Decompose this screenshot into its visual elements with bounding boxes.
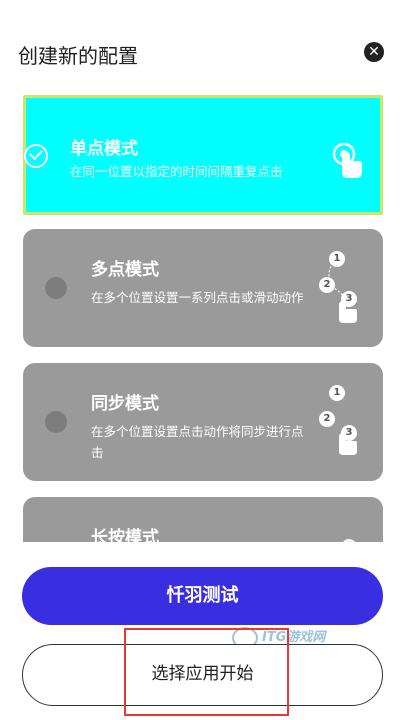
mode-list[interactable]: 单点模式 在同一位置以指定的时间间隔重复点击 多点模式 在多个位置设置一系列点击…: [0, 92, 405, 542]
step-number: 3: [341, 425, 357, 441]
step-number: 2: [319, 277, 335, 293]
mode-card-sync[interactable]: 同步模式 在多个位置设置点击动作将同步进行点击 1 2 3: [23, 363, 383, 481]
mode-card-single[interactable]: 单点模式 在同一位置以指定的时间间隔重复点击: [23, 95, 383, 215]
mode-card-multi[interactable]: 多点模式 在多个位置设置一系列点击或滑动动作 1 2 3: [23, 229, 383, 347]
primary-button[interactable]: 忏羽测试: [22, 567, 383, 625]
watermark-text: ITG游戏网: [262, 630, 326, 645]
unselected-radio-icon: [45, 277, 67, 299]
dialog-header: 创建新的配置 ✕: [18, 38, 388, 72]
mode-name: 长按模式: [91, 528, 159, 542]
mode-description: 在同一位置以指定的时间间隔重复点击: [70, 164, 283, 179]
sync-tap-icon: 1 2 3: [319, 381, 369, 461]
select-app-start-button[interactable]: 选择应用开始: [22, 644, 383, 706]
mode-name: 同步模式: [91, 394, 159, 414]
mode-card-long-press[interactable]: 长按模式: [23, 497, 383, 542]
step-number: 1: [329, 251, 345, 267]
dialog-title: 创建新的配置: [18, 44, 138, 68]
mode-description: 在多个位置设置点击动作将同步进行点击: [91, 424, 304, 460]
dialog: 创建新的配置 ✕ 单点模式 在同一位置以指定的时间间隔重复点击 多点模式 在多个…: [0, 0, 405, 720]
long-press-icon: [325, 537, 365, 542]
step-number: 1: [329, 385, 345, 401]
multi-tap-icon: 1 2 3: [319, 249, 369, 329]
mode-description: 在多个位置设置一系列点击或滑动动作: [91, 290, 304, 305]
step-number: 3: [341, 291, 357, 307]
mode-name: 单点模式: [70, 139, 138, 159]
single-tap-icon: [326, 134, 366, 190]
step-number: 2: [319, 411, 335, 427]
close-button[interactable]: ✕: [364, 42, 384, 62]
close-icon: ✕: [368, 44, 380, 60]
selected-check-icon: [24, 144, 48, 168]
unselected-radio-icon: [45, 411, 67, 433]
mode-name: 多点模式: [91, 260, 159, 280]
